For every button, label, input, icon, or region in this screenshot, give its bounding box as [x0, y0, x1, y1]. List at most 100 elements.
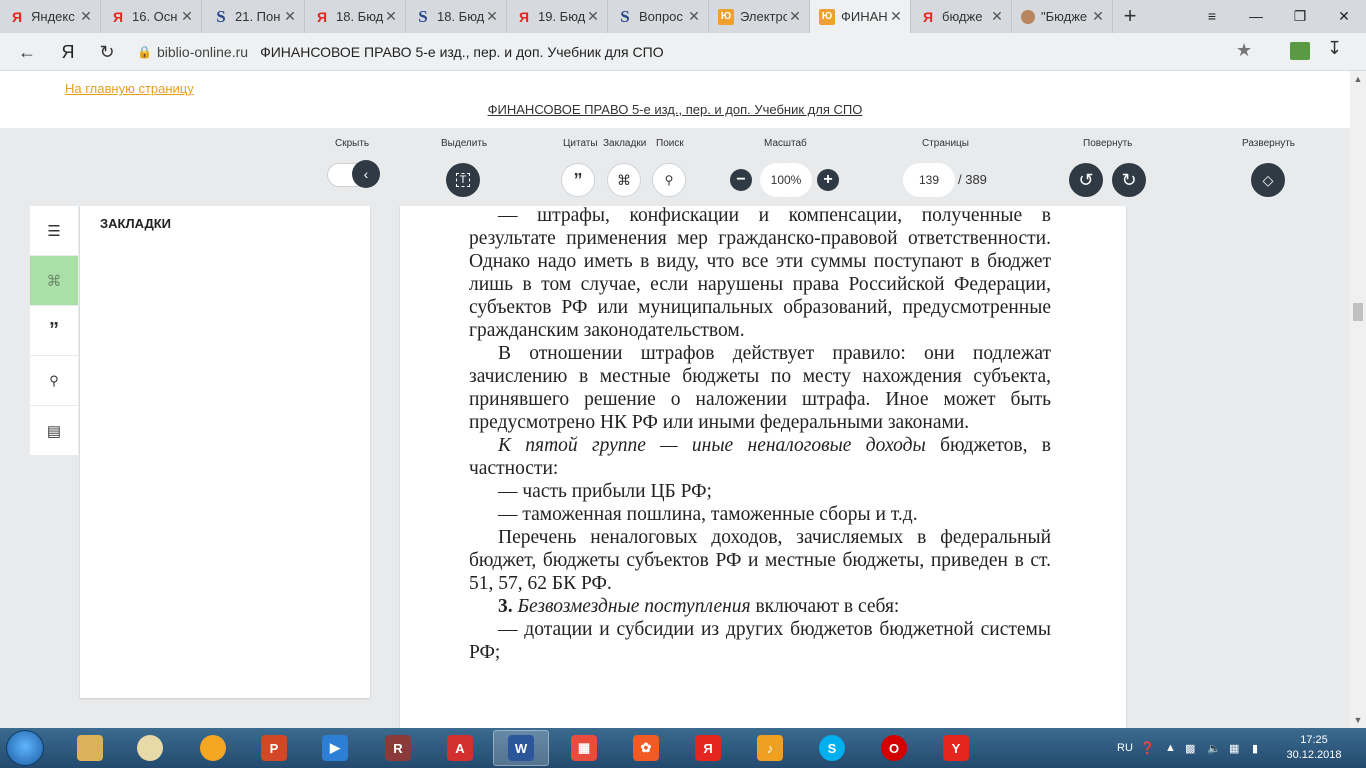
- help-icon[interactable]: ❓: [1140, 728, 1155, 768]
- explorer-icon: [77, 735, 103, 761]
- tab-5[interactable]: S 18. Бюд ✕: [406, 0, 507, 33]
- sidebar-item-quotes[interactable]: ”: [30, 306, 78, 355]
- browser-menu-button[interactable]: ≡: [1192, 0, 1232, 33]
- volume-icon[interactable]: 🔈: [1207, 728, 1221, 768]
- windows-flag-icon[interactable]: ▦: [1229, 728, 1239, 768]
- new-tab-button[interactable]: +: [1118, 4, 1142, 28]
- tab-2[interactable]: Я 16. Осн ✕: [101, 0, 202, 33]
- tab-3[interactable]: S 21. Пон ✕: [204, 0, 305, 33]
- lang-indicator[interactable]: RU: [1117, 728, 1133, 768]
- scroll-up-icon[interactable]: ▲: [1350, 71, 1366, 87]
- close-tab-icon[interactable]: ✕: [686, 8, 702, 25]
- taskbar-app-1[interactable]: [62, 730, 118, 766]
- taskbar-app-9[interactable]: ▦: [556, 730, 612, 766]
- taskbar: P ▶ R A W ▦ ✿ Я ♪ S O Y RU ❓ ▲ ▩ 🔈 ▦ ▮ 17:25 30.12.…: [0, 728, 1366, 768]
- zoom-value-field[interactable]: 100%: [760, 163, 812, 197]
- tab-9[interactable]: Ю ФИНАН ✕: [810, 0, 911, 33]
- taskbar-app-15[interactable]: Y: [928, 730, 984, 766]
- close-window-button[interactable]: ✕: [1324, 0, 1364, 33]
- pages-label: Страницы: [922, 138, 969, 149]
- rotate-right-button[interactable]: ↻: [1112, 163, 1146, 197]
- power-icon[interactable]: ▮: [1252, 728, 1258, 768]
- rotate-left-button[interactable]: ↺: [1069, 163, 1103, 197]
- download-icon[interactable]: ↧: [1327, 38, 1342, 59]
- search-button[interactable]: ⚲: [652, 163, 686, 197]
- hide-toggle[interactable]: ‹: [327, 160, 380, 188]
- sidebar-item-search[interactable]: ⚲: [30, 356, 78, 405]
- tray-arrow-icon[interactable]: ▲: [1165, 728, 1176, 768]
- taskbar-app-6[interactable]: R: [370, 730, 426, 766]
- lock-icon: 🔒: [137, 44, 152, 59]
- taskbar-app-5[interactable]: ▶: [307, 730, 363, 766]
- paragraph-emphasis: К пятой группе — иные неналоговые доходы: [498, 435, 926, 456]
- book-title-link[interactable]: ФИНАНСОВОЕ ПРАВО 5-е изд., пер. и доп. У…: [0, 102, 1350, 117]
- back-button[interactable]: ←: [14, 39, 40, 65]
- yandex-home-button[interactable]: Я: [55, 39, 81, 65]
- taskbar-app-3[interactable]: [185, 730, 241, 766]
- scroll-down-icon[interactable]: ▼: [1350, 712, 1366, 728]
- document-paragraph: К пятой группе — иные неналоговые доходы…: [469, 434, 1051, 480]
- audio-icon: ♪: [757, 735, 783, 761]
- bookmarks-button[interactable]: ⌘: [607, 163, 641, 197]
- tab-10[interactable]: Ябюдже ✕: [911, 0, 1012, 33]
- network-icon[interactable]: ▩: [1185, 728, 1195, 768]
- close-tab-icon[interactable]: ✕: [1090, 8, 1106, 25]
- system-clock[interactable]: 17:25 30.12.2018: [1274, 733, 1354, 763]
- tab-8[interactable]: Ю Электро ✕: [709, 0, 810, 33]
- taskbar-app-8[interactable]: W: [493, 730, 549, 766]
- document-paragraph: — часть прибыли ЦБ РФ;: [469, 480, 1051, 503]
- tab-1[interactable]: Я Яндекс ✕: [0, 0, 101, 33]
- quotes-button[interactable]: ”: [561, 163, 595, 197]
- tab-title: 18. Бюд: [437, 9, 484, 24]
- document-paragraph: 3. Безвозмездные поступления включают в …: [469, 595, 1051, 618]
- sidebar-item-book[interactable]: ▤: [30, 406, 78, 455]
- taskbar-app-14[interactable]: O: [866, 730, 922, 766]
- bookmark-star-icon[interactable]: ★: [1236, 40, 1252, 61]
- close-tab-icon[interactable]: ✕: [585, 8, 601, 25]
- taskbar-app-11[interactable]: Я: [680, 730, 736, 766]
- tab-title: "Бюдже: [1041, 9, 1088, 24]
- close-tab-icon[interactable]: ✕: [484, 8, 500, 25]
- close-tab-icon[interactable]: ✕: [888, 8, 904, 25]
- clock-date: 30.12.2018: [1286, 749, 1342, 761]
- scroll-thumb[interactable]: [1353, 303, 1363, 321]
- sidebar-item-toc[interactable]: ☰: [30, 206, 78, 255]
- maximize-button[interactable]: ❐: [1280, 0, 1320, 33]
- taskbar-app-10[interactable]: ✿: [618, 730, 674, 766]
- taskbar-app-12[interactable]: ♪: [742, 730, 798, 766]
- taskbar-app-13[interactable]: S: [804, 730, 860, 766]
- taskbar-app-7[interactable]: A: [432, 730, 488, 766]
- toc-icon: ☰: [47, 222, 61, 240]
- zoom-out-button[interactable]: −: [730, 169, 752, 191]
- tab-6[interactable]: Я 19. Бюд ✕: [507, 0, 608, 33]
- bookmarks-panel: ЗАКЛАДКИ: [80, 206, 370, 698]
- browser-tab-bar: Я Яндекс ✕ Я 16. Осн ✕ S 21. Пон ✕ Я 18. Бюд ✕ S 18. …: [0, 0, 1366, 33]
- close-tab-icon[interactable]: ✕: [78, 8, 94, 25]
- tab-7[interactable]: S Вопрос ✕: [608, 0, 709, 33]
- taskbar-app-4[interactable]: P: [246, 730, 302, 766]
- close-tab-icon[interactable]: ✕: [383, 8, 399, 25]
- select-text-button[interactable]: T: [446, 163, 480, 197]
- tab-4[interactable]: Я 18. Бюд ✕: [305, 0, 406, 33]
- tab-11[interactable]: "Бюдже ✕: [1012, 0, 1113, 33]
- start-button[interactable]: [6, 730, 44, 766]
- extension-icon[interactable]: [1290, 42, 1310, 60]
- paragraph-text: — таможенная пошлина, таможенные сборы и…: [498, 504, 918, 525]
- close-tab-icon[interactable]: ✕: [179, 8, 195, 25]
- taskbar-app-2[interactable]: [122, 730, 178, 766]
- home-link[interactable]: На главную страницу: [65, 81, 194, 96]
- minimize-button[interactable]: —: [1236, 0, 1276, 33]
- close-tab-icon[interactable]: ✕: [787, 8, 803, 25]
- address-field[interactable]: 🔒 biblio-online.ru ФИНАНСОВОЕ ПРАВО 5-е …: [137, 38, 1267, 65]
- close-tab-icon[interactable]: ✕: [282, 8, 298, 25]
- sidebar-item-bookmarks[interactable]: ⌘: [30, 256, 78, 305]
- page-scrollbar[interactable]: ▲ ▼: [1350, 71, 1366, 728]
- expand-button[interactable]: ◇: [1251, 163, 1285, 197]
- tab-title: Электро: [740, 9, 787, 24]
- bookmarks-panel-title: ЗАКЛАДКИ: [100, 216, 171, 231]
- reload-button[interactable]: ↻: [94, 39, 120, 65]
- bookmarks-label: Закладки: [603, 138, 647, 149]
- close-tab-icon[interactable]: ✕: [989, 8, 1005, 25]
- zoom-in-button[interactable]: +: [817, 169, 839, 191]
- page-number-input[interactable]: 139: [903, 163, 955, 197]
